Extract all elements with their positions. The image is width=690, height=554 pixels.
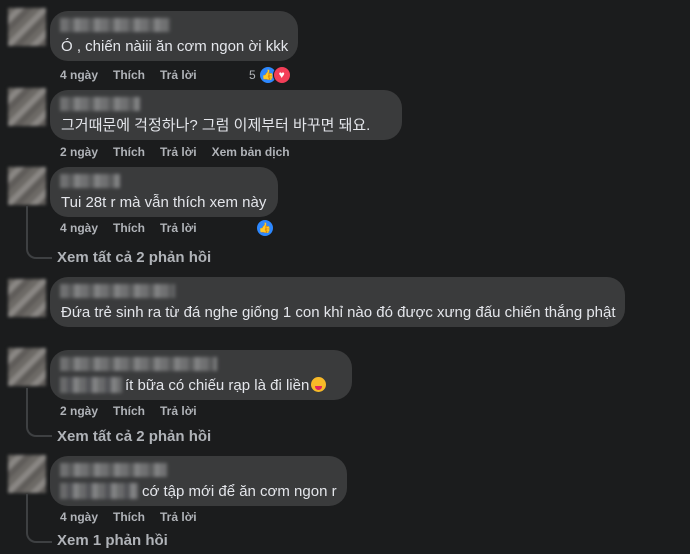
comment-actions: 2 ngày Thích Trả lời Xem bản dịch bbox=[60, 145, 305, 159]
like-button[interactable]: Thích bbox=[113, 145, 145, 159]
like-icon: 👍 bbox=[256, 219, 274, 237]
comment-actions: 2 ngày Thích Trả lời bbox=[60, 404, 212, 418]
comment-bubble: cớ tập mới để ăn cơm ngon r bbox=[50, 456, 347, 506]
timestamp[interactable]: 2 ngày bbox=[60, 145, 98, 159]
blurred-mention[interactable] bbox=[60, 483, 138, 499]
reaction-summary[interactable]: 5 👍 ♥ bbox=[249, 66, 291, 84]
blurred-author-name[interactable] bbox=[60, 174, 120, 188]
comment-text-span: ít bữa có chiếu rạp là đi liền bbox=[125, 377, 310, 394]
avatar[interactable] bbox=[8, 348, 46, 386]
like-button[interactable]: Thích bbox=[113, 510, 145, 524]
reply-button[interactable]: Trả lời bbox=[160, 145, 197, 159]
reaction-summary[interactable]: 👍 bbox=[256, 219, 274, 237]
comment-bubble: Tui 28t r mà vẫn thích xem này bbox=[50, 167, 278, 217]
timestamp[interactable]: 4 ngày bbox=[60, 221, 98, 235]
avatar[interactable] bbox=[8, 8, 46, 46]
reply-button[interactable]: Trả lời bbox=[160, 404, 197, 418]
avatar[interactable] bbox=[8, 88, 46, 126]
avatar[interactable] bbox=[8, 167, 46, 205]
blurred-author-name[interactable] bbox=[60, 284, 175, 298]
comment-text: Đứa trẻ sinh ra từ đá nghe giống 1 con k… bbox=[61, 304, 616, 321]
comment-bubble: ít bữa có chiếu rạp là đi liền bbox=[50, 350, 352, 400]
translate-button[interactable]: Xem bản dịch bbox=[212, 145, 290, 159]
timestamp[interactable]: 4 ngày bbox=[60, 510, 98, 524]
timestamp[interactable]: 2 ngày bbox=[60, 404, 98, 418]
comment-text: cớ tập mới để ăn cơm ngon r bbox=[142, 483, 337, 500]
like-button[interactable]: Thích bbox=[113, 221, 145, 235]
comment-text: ít bữa có chiếu rạp là đi liền bbox=[125, 377, 327, 395]
avatar[interactable] bbox=[8, 279, 46, 317]
comment-text: Ó , chiến nàiii ăn cơm ngon ời kkk bbox=[61, 38, 289, 55]
like-button[interactable]: Thích bbox=[113, 68, 145, 82]
view-replies-link[interactable]: Xem tất cả 2 phản hồi bbox=[57, 428, 211, 445]
reply-button[interactable]: Trả lời bbox=[160, 510, 197, 524]
timestamp[interactable]: 4 ngày bbox=[60, 68, 98, 82]
tongue-emoji-icon bbox=[311, 377, 327, 392]
blurred-author-name[interactable] bbox=[60, 18, 170, 32]
comment-actions: 4 ngày Thích Trả lời bbox=[60, 510, 212, 524]
comment-bubble: Đứa trẻ sinh ra từ đá nghe giống 1 con k… bbox=[50, 277, 625, 327]
thread-connector bbox=[26, 388, 52, 437]
thread-connector bbox=[26, 494, 52, 543]
avatar[interactable] bbox=[8, 455, 46, 493]
view-replies-link[interactable]: Xem tất cả 2 phản hồi bbox=[57, 249, 211, 266]
comment-bubble: Ó , chiến nàiii ăn cơm ngon ời kkk bbox=[50, 11, 298, 61]
thread-connector bbox=[26, 206, 52, 259]
like-button[interactable]: Thích bbox=[113, 404, 145, 418]
blurred-author-name[interactable] bbox=[60, 463, 167, 477]
blurred-author-name[interactable] bbox=[60, 357, 217, 371]
reaction-count: 5 bbox=[249, 68, 256, 82]
view-replies-link[interactable]: Xem 1 phản hồi bbox=[57, 532, 168, 549]
comment-bubble: 그거때문에 걱정하나? 그럼 이제부터 바꾸면 돼요. bbox=[50, 90, 402, 140]
reply-button[interactable]: Trả lời bbox=[160, 68, 197, 82]
comment-actions: 4 ngày Thích Trả lời bbox=[60, 221, 212, 235]
blurred-mention[interactable] bbox=[60, 377, 122, 393]
comment-actions: 4 ngày Thích Trả lời bbox=[60, 68, 212, 82]
love-icon: ♥ bbox=[272, 66, 291, 84]
comment-text: Tui 28t r mà vẫn thích xem này bbox=[61, 194, 267, 211]
reply-button[interactable]: Trả lời bbox=[160, 221, 197, 235]
comment-text: 그거때문에 걱정하나? 그럼 이제부터 바꾸면 돼요. bbox=[61, 117, 371, 134]
blurred-author-name[interactable] bbox=[60, 97, 140, 111]
